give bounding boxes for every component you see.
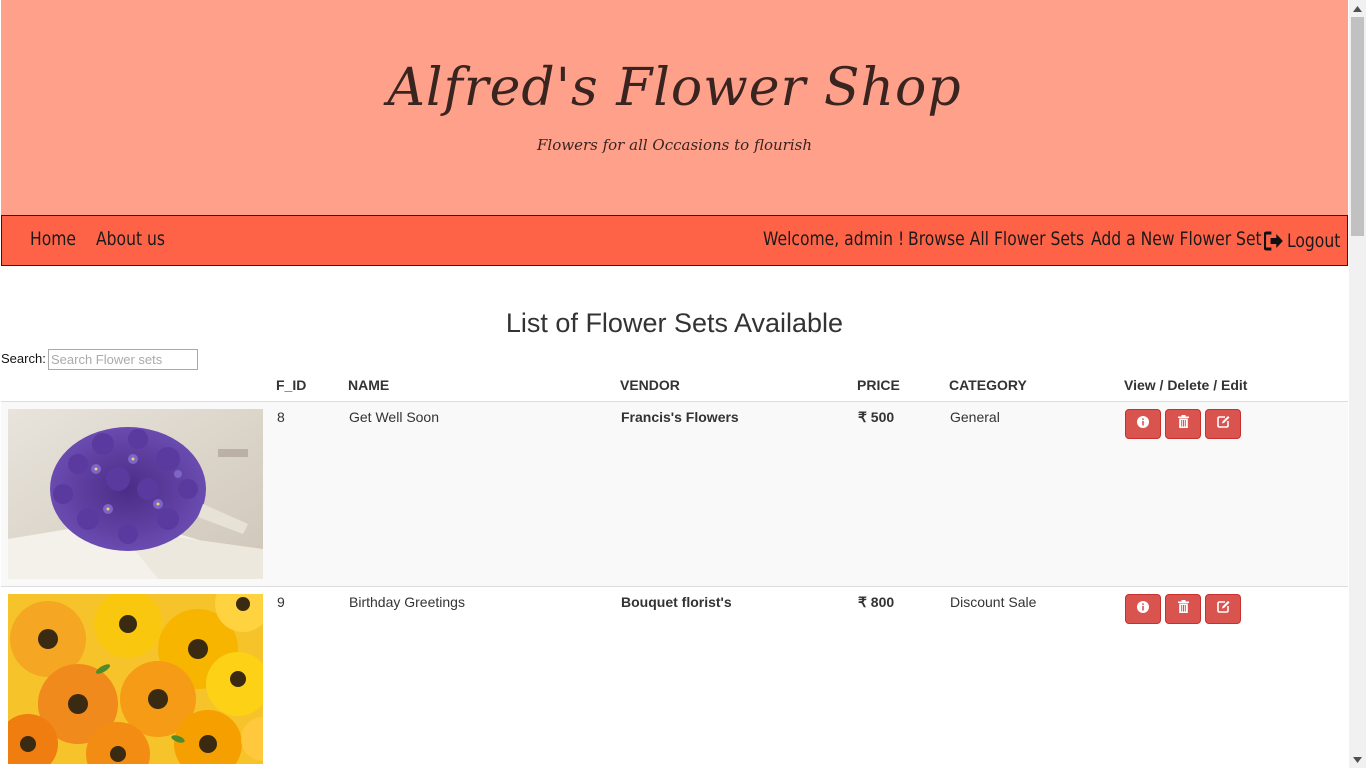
shop-title: Alfred's Flower Shop	[387, 58, 962, 118]
welcome-text: Welcome, admin !	[763, 228, 905, 250]
page-title: List of Flower Sets Available	[505, 308, 844, 338]
column-header-category: CATEGORY	[949, 377, 1027, 393]
flower-set-image	[8, 594, 263, 764]
view-button[interactable]	[1125, 594, 1161, 624]
cell-f-id: 8	[277, 409, 285, 425]
trash-icon	[1177, 600, 1189, 618]
flower-set-image	[8, 409, 263, 579]
nav-browse-link[interactable]: Browse All Flower Sets	[908, 228, 1084, 250]
delete-button[interactable]	[1165, 409, 1201, 439]
nav-home-link[interactable]: Home	[30, 228, 76, 250]
nav-about-link[interactable]: About us	[96, 228, 165, 250]
column-header-vendor: VENDOR	[620, 377, 680, 393]
cell-vendor: Francis's Flowers	[621, 409, 739, 425]
column-header-name: NAME	[348, 377, 390, 393]
cell-category: Discount Sale	[950, 594, 1037, 610]
logout-icon	[1263, 231, 1284, 256]
page: Alfred's Flower Shop Flowers for all Occ…	[0, 0, 1349, 768]
edit-button[interactable]	[1205, 409, 1241, 439]
cell-name: Birthday Greetings	[349, 594, 465, 610]
trash-icon	[1177, 415, 1189, 433]
column-header-actions: View / Delete / Edit	[1124, 377, 1248, 393]
edit-button[interactable]	[1205, 594, 1241, 624]
navbar: Home About us Welcome, admin ! Browse Al…	[1, 215, 1348, 266]
cell-price: ₹ 500	[858, 409, 895, 425]
vertical-scrollbar[interactable]	[1349, 0, 1366, 768]
info-icon	[1137, 415, 1149, 433]
cell-f-id: 9	[277, 594, 285, 610]
edit-icon	[1216, 415, 1230, 433]
info-icon	[1137, 600, 1149, 618]
logout-link[interactable]: Logout	[1263, 230, 1341, 256]
scrollbar-thumb[interactable]	[1351, 17, 1364, 236]
cell-name: Get Well Soon	[349, 409, 440, 425]
cell-vendor: Bouquet florist's	[621, 594, 732, 610]
table-row: 9 Birthday Greetings Bouquet florist's ₹…	[1, 587, 1348, 768]
scroll-up-arrow-icon[interactable]	[1349, 0, 1366, 17]
column-header-f-id: F_ID	[276, 377, 307, 393]
column-header-price: PRICE	[857, 377, 900, 393]
view-button[interactable]	[1125, 409, 1161, 439]
delete-button[interactable]	[1165, 594, 1201, 624]
table-row: 8 Get Well Soon Francis's Flowers ₹ 500 …	[1, 402, 1348, 587]
search-label: Search:	[1, 351, 46, 366]
cell-price: ₹ 800	[858, 594, 895, 610]
site-header: Alfred's Flower Shop Flowers for all Occ…	[1, 0, 1348, 215]
nav-add-flower-set-link[interactable]: Add a New Flower Set	[1091, 228, 1262, 250]
search-input[interactable]	[48, 349, 198, 370]
edit-icon	[1216, 600, 1230, 618]
logout-label: Logout	[1286, 230, 1341, 252]
cell-category: General	[950, 409, 1000, 425]
scroll-down-arrow-icon[interactable]	[1349, 751, 1366, 768]
shop-tagline: Flowers for all Occasions to flourish	[537, 136, 812, 154]
